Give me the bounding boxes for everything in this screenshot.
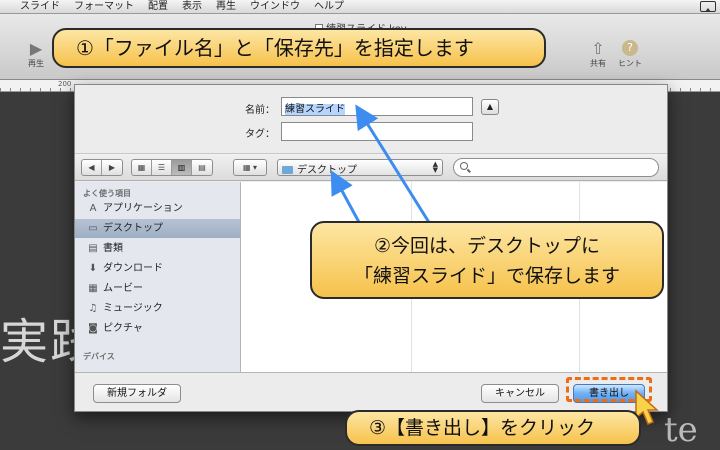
location-popup[interactable]: デスクトップ ▲ ▼ <box>277 159 443 176</box>
sidebar-item-documents[interactable]: ▤ 書類 <box>75 239 240 258</box>
hint-label: ヒント <box>618 59 642 68</box>
play-label: 再生 <box>28 59 44 68</box>
menu-slide[interactable]: スライド <box>20 0 60 14</box>
location-label: デスクトップ <box>297 165 357 176</box>
column-view-icon[interactable]: ▥ <box>172 160 192 175</box>
folder-icon <box>282 166 293 174</box>
menu-window[interactable]: ウインドウ <box>250 0 300 14</box>
file-name-value: 練習スライド <box>285 104 345 115</box>
ruler-label: 200 <box>58 80 72 88</box>
slide-text-right: te <box>664 410 698 450</box>
callout-step-2-line-2: 「練習スライド」で保存します <box>353 265 620 287</box>
back-forward-buttons: ◀ ▶ <box>81 159 123 176</box>
sidebar-item-label: ピクチャ <box>103 323 143 334</box>
back-button[interactable]: ◀ <box>82 160 102 175</box>
menu-view[interactable]: 表示 <box>182 0 202 14</box>
movies-icon: ▦ <box>88 283 98 294</box>
callout-step-2: ②今回は、デスクトップに 「練習スライド」で保存します <box>310 221 664 299</box>
download-icon: ⬇ <box>88 263 98 274</box>
sidebar-item-label: デスクトップ <box>103 223 163 234</box>
sidebar-item-applications[interactable]: A アプリケーション <box>75 199 240 218</box>
icon-view-icon[interactable]: ▦ <box>132 160 152 175</box>
search-icon <box>460 162 468 170</box>
callout-step-2-line-1: ②今回は、デスクトップに <box>373 235 601 257</box>
chevron-up-icon: ▲ <box>486 102 494 111</box>
menu-format[interactable]: フォーマット <box>74 0 134 14</box>
tags-label: タグ： <box>245 129 275 140</box>
view-mode-buttons: ▦ ☰ ▥ ▤ <box>131 159 213 176</box>
play-button[interactable]: ▶ 再生 <box>16 40 56 69</box>
arrange-button[interactable]: ▦ ▾ <box>233 159 267 176</box>
name-label: 名前： <box>245 105 275 116</box>
desktop-icon: ▭ <box>88 223 98 234</box>
menu-bar: スライド フォーマット 配置 表示 再生 ウインドウ ヘルプ <box>0 0 720 14</box>
arrange-grid-icon: ▦ ▾ <box>242 163 258 172</box>
sidebar-item-label: ムービー <box>103 283 143 294</box>
navigation-row: ◀ ▶ ▦ ☰ ▥ ▤ ▦ ▾ デスクトップ ▲ ▼ <box>75 153 667 181</box>
updown-arrows-icon: ▲ ▼ <box>432 160 438 174</box>
hint-button[interactable]: ? ヒント <box>610 40 650 69</box>
menu-help[interactable]: ヘルプ <box>314 0 344 14</box>
callout-step-1: ①「ファイル名」と「保存先」を指定します <box>52 28 546 68</box>
cancel-button[interactable]: キャンセル <box>481 384 559 403</box>
sidebar-item-label: 書類 <box>103 243 123 254</box>
documents-icon: ▤ <box>88 243 98 254</box>
question-icon: ? <box>622 40 638 56</box>
share-label: 共有 <box>590 59 606 68</box>
sidebar-item-movies[interactable]: ▦ ムービー <box>75 279 240 298</box>
expand-dialog-button[interactable]: ▲ <box>481 99 499 115</box>
devices-header: デバイス <box>83 352 115 361</box>
pictures-icon: ◙ <box>88 323 98 334</box>
sidebar-item-label: アプリケーション <box>103 203 183 214</box>
sidebar-item-desktop[interactable]: ▭ デスクトップ <box>75 219 240 238</box>
sidebar-item-label: ミュージック <box>103 303 163 314</box>
forward-button[interactable]: ▶ <box>102 160 122 175</box>
sidebar-item-music[interactable]: ♫ ミュージック <box>75 299 240 318</box>
list-view-icon[interactable]: ☰ <box>152 160 172 175</box>
sidebar-item-label: ダウンロード <box>103 263 163 274</box>
coverflow-view-icon[interactable]: ▤ <box>192 160 212 175</box>
export-button-highlight <box>566 377 652 402</box>
play-icon: ▶ <box>29 39 43 58</box>
sidebar-item-pictures[interactable]: ◙ ピクチャ <box>75 319 240 338</box>
tags-input[interactable] <box>281 122 473 141</box>
sidebar-item-downloads[interactable]: ⬇ ダウンロード <box>75 259 240 278</box>
applications-icon: A <box>89 203 97 214</box>
favorites-header: よく使う項目 <box>83 189 131 198</box>
new-folder-button[interactable]: 新規フォルダ <box>93 384 181 403</box>
callout-step-3: ③【書き出し】をクリック <box>345 410 641 446</box>
airplay-icon[interactable] <box>700 1 716 12</box>
file-name-input[interactable]: 練習スライド <box>281 97 473 116</box>
menu-arrange[interactable]: 配置 <box>148 0 168 14</box>
sidebar: よく使う項目 A アプリケーション ▭ デスクトップ ▤ 書類 ⬇ ダウンロード ▦ ムー… <box>75 182 241 372</box>
search-input[interactable] <box>453 158 659 177</box>
music-icon: ♫ <box>88 303 98 314</box>
menu-play[interactable]: 再生 <box>216 0 236 14</box>
